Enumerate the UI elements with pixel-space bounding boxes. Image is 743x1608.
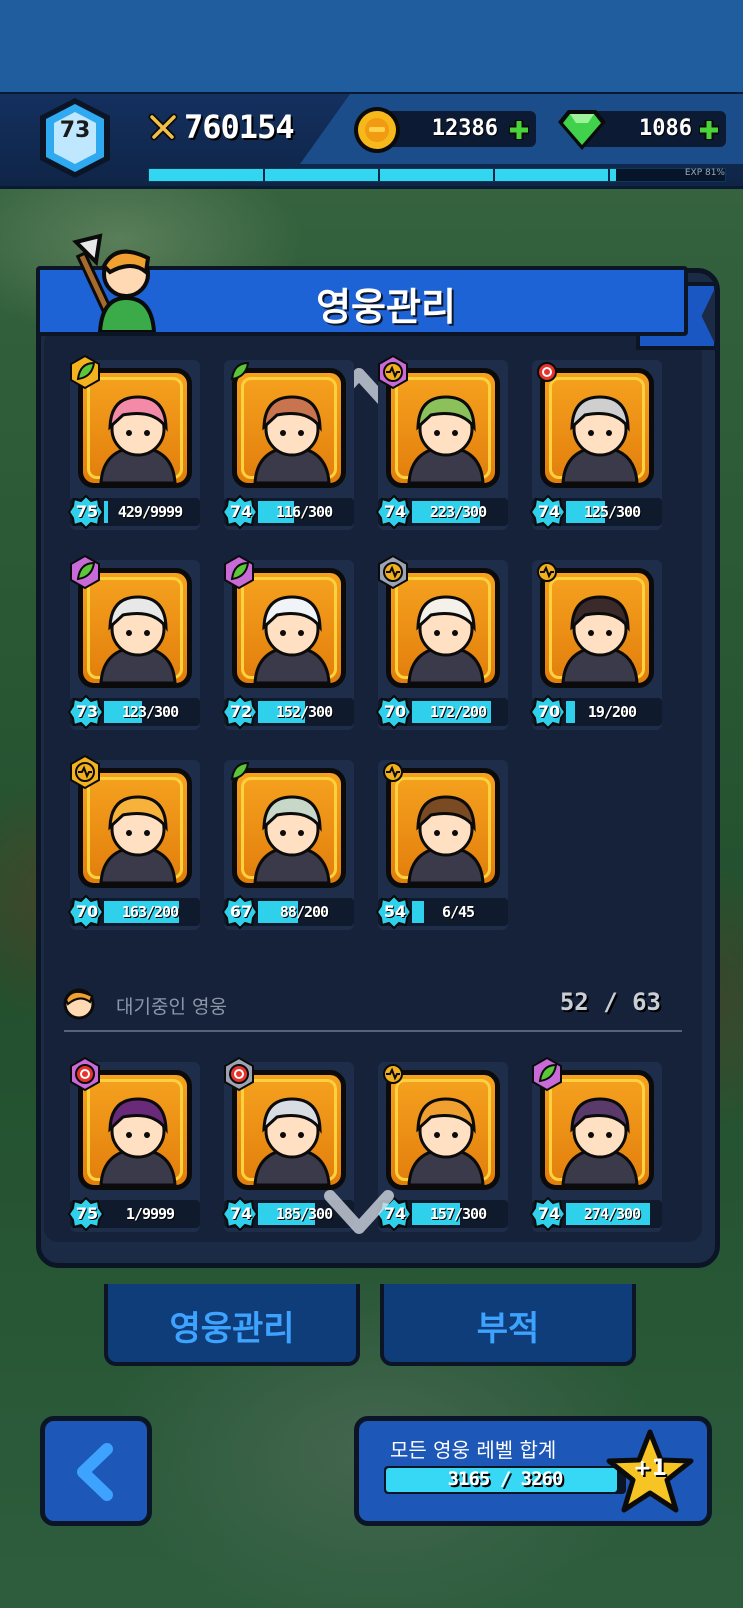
tab-hero-management-label: 영웅관리 xyxy=(169,1309,295,1349)
hero-level: 72 xyxy=(229,702,253,721)
hero-card[interactable]: 74 223/300 xyxy=(376,354,508,530)
hero-class-icon xyxy=(224,554,254,590)
total-level-label: 모든 영웅 레벨 합계 xyxy=(390,1438,557,1462)
hero-count: 52 / 63 xyxy=(559,988,661,1016)
hero-exp-progress: 19/200 xyxy=(587,703,637,721)
hero-card[interactable]: 73 123/300 xyxy=(68,554,200,730)
hero-level: 70 xyxy=(383,702,407,721)
top-strip xyxy=(0,0,743,92)
hero-card[interactable]: 74 274/300 xyxy=(530,1056,662,1232)
gold-amount: 12386 xyxy=(431,116,498,141)
hero-card[interactable]: 74 157/300 xyxy=(376,1062,508,1232)
exp-divider xyxy=(493,169,495,181)
hero-level: 54 xyxy=(383,902,407,921)
chevron-left-icon xyxy=(77,1443,113,1501)
hero-level: 74 xyxy=(383,502,407,521)
exp-divider xyxy=(608,169,610,181)
hero-card[interactable]: 74 125/300 xyxy=(530,360,662,530)
hero-exp-progress: 125/300 xyxy=(583,503,641,521)
hero-card[interactable]: 70 163/200 xyxy=(68,754,200,930)
hero-level: 73 xyxy=(75,702,99,721)
hero-exp-progress: 429/9999 xyxy=(117,503,183,521)
hero-exp-progress: 163/200 xyxy=(121,903,179,921)
hero-exp-progress: 116/300 xyxy=(275,503,333,521)
hero-card[interactable]: 70 172/200 xyxy=(376,554,508,730)
hero-class-icon xyxy=(532,1056,562,1092)
hero-class-icon xyxy=(378,354,408,390)
gold-coin-icon xyxy=(354,107,400,153)
hero-level: 75 xyxy=(75,1204,99,1223)
hero-exp-progress: 152/300 xyxy=(275,703,333,721)
scroll-down-chevron-icon[interactable] xyxy=(324,1190,394,1236)
combat-power: 760154 xyxy=(184,108,295,146)
hero-exp-progress: 274/300 xyxy=(583,1205,641,1223)
hero-class-icon xyxy=(230,761,250,781)
hero-level: 74 xyxy=(229,502,253,521)
exp-bar-fill xyxy=(149,169,616,181)
add-gold-button[interactable] xyxy=(506,117,532,143)
hero-class-icon xyxy=(383,762,403,782)
hero-card[interactable]: 72 152/300 xyxy=(222,554,354,730)
hero-card[interactable]: 54 6/45 xyxy=(376,760,508,930)
hero-exp-progress: 6/45 xyxy=(441,903,475,921)
level-bonus: +1 xyxy=(633,1456,667,1481)
hero-class-icon xyxy=(537,362,557,382)
hero-exp-progress: 157/300 xyxy=(429,1205,487,1223)
exp-bar xyxy=(148,168,726,182)
gem-amount: 1086 xyxy=(639,116,692,141)
hero-class-icon xyxy=(70,1056,100,1092)
hero-class-icon xyxy=(383,1064,403,1084)
hero-card[interactable]: 70 19/200 xyxy=(530,560,662,730)
hero-class-icon xyxy=(70,754,100,790)
hero-level: 67 xyxy=(229,902,253,921)
axe-hero-mascot-icon xyxy=(72,233,157,332)
player-level: 73 xyxy=(59,118,91,143)
total-level-value: 3165 / 3260 xyxy=(447,1468,564,1490)
green-gem-icon xyxy=(558,110,606,150)
add-gem-button[interactable] xyxy=(696,117,722,143)
hero-class-icon xyxy=(70,354,100,390)
hero-exp-progress: 88/200 xyxy=(279,903,329,921)
hero-card[interactable]: 67 88/200 xyxy=(222,760,354,930)
exp-percent: EXP 81% xyxy=(684,168,725,178)
section-divider xyxy=(64,1030,682,1032)
hero-card[interactable]: 74 116/300 xyxy=(222,360,354,530)
hero-class-icon xyxy=(230,361,250,381)
hero-exp-progress: 223/300 xyxy=(429,503,487,521)
hero-face-icon xyxy=(63,988,95,1020)
hero-class-icon xyxy=(537,562,557,582)
hero-card[interactable]: 75 429/9999 xyxy=(68,354,200,530)
hero-level: 74 xyxy=(537,1204,561,1223)
hero-class-icon xyxy=(70,554,100,590)
exp-divider xyxy=(378,169,380,181)
standby-heroes-label: 대기중인 영웅 xyxy=(116,996,227,1018)
hero-exp-progress: 172/200 xyxy=(429,703,487,721)
back-button[interactable] xyxy=(40,1416,152,1526)
hero-level: 74 xyxy=(537,502,561,521)
hero-level: 70 xyxy=(75,902,99,921)
hero-exp-progress: 123/300 xyxy=(121,703,179,721)
hero-card[interactable]: 75 1/9999 xyxy=(68,1056,200,1232)
crossed-swords-icon xyxy=(148,113,178,141)
hero-level: 74 xyxy=(229,1204,253,1223)
hero-level: 70 xyxy=(537,702,561,721)
hero-level: 75 xyxy=(75,502,99,521)
exp-divider xyxy=(263,169,265,181)
hero-exp-progress: 1/9999 xyxy=(125,1205,175,1223)
hero-class-icon xyxy=(378,554,408,590)
tab-talisman-label: 부적 xyxy=(476,1309,540,1349)
hero-class-icon xyxy=(224,1056,254,1092)
